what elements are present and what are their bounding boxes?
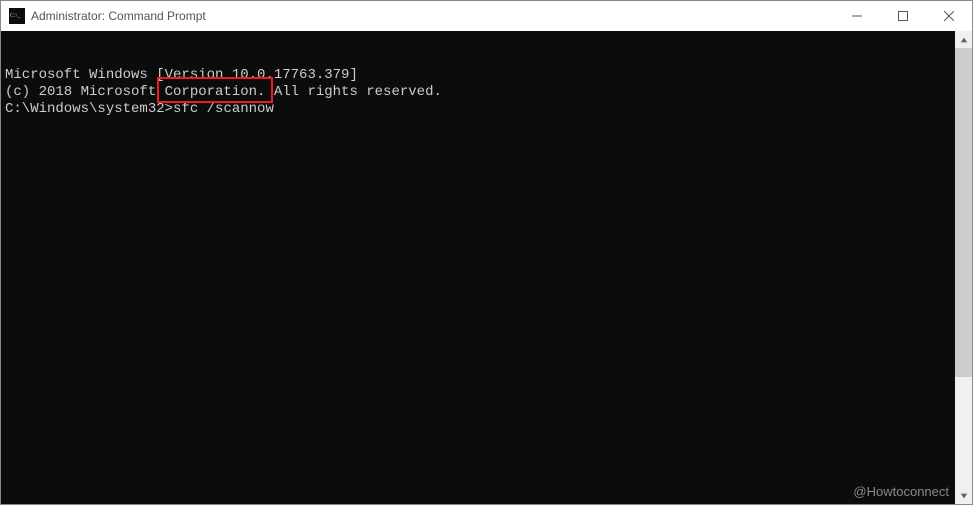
titlebar[interactable]: C:\_ Administrator: Command Prompt	[1, 1, 972, 31]
cmd-icon: C:\_	[9, 8, 25, 24]
command-prompt-window: C:\_ Administrator: Command Prompt Micro…	[0, 0, 973, 505]
command-text: sfc /scannow	[173, 101, 274, 117]
vertical-scrollbar[interactable]	[955, 31, 972, 504]
terminal-output[interactable]: Microsoft Windows [Version 10.0.17763.37…	[1, 31, 955, 504]
watermark-text: @Howtoconnect	[853, 484, 949, 499]
scrollbar-track[interactable]	[955, 48, 972, 487]
window-controls	[834, 1, 972, 31]
terminal-container: Microsoft Windows [Version 10.0.17763.37…	[1, 31, 972, 504]
version-line: Microsoft Windows [Version 10.0.17763.37…	[5, 67, 951, 84]
close-button[interactable]	[926, 1, 972, 31]
scrollbar-thumb[interactable]	[955, 48, 972, 377]
prompt-path: C:\Windows\system32>	[5, 101, 173, 117]
window-title: Administrator: Command Prompt	[31, 9, 834, 23]
maximize-button[interactable]	[880, 1, 926, 31]
scroll-up-button[interactable]	[955, 31, 972, 48]
svg-text:C:\_: C:\_	[10, 13, 21, 19]
minimize-button[interactable]	[834, 1, 880, 31]
prompt-line: C:\Windows\system32>sfc /scannow	[5, 101, 951, 118]
copyright-line: (c) 2018 Microsoft Corporation. All righ…	[5, 84, 951, 101]
scroll-down-button[interactable]	[955, 487, 972, 504]
